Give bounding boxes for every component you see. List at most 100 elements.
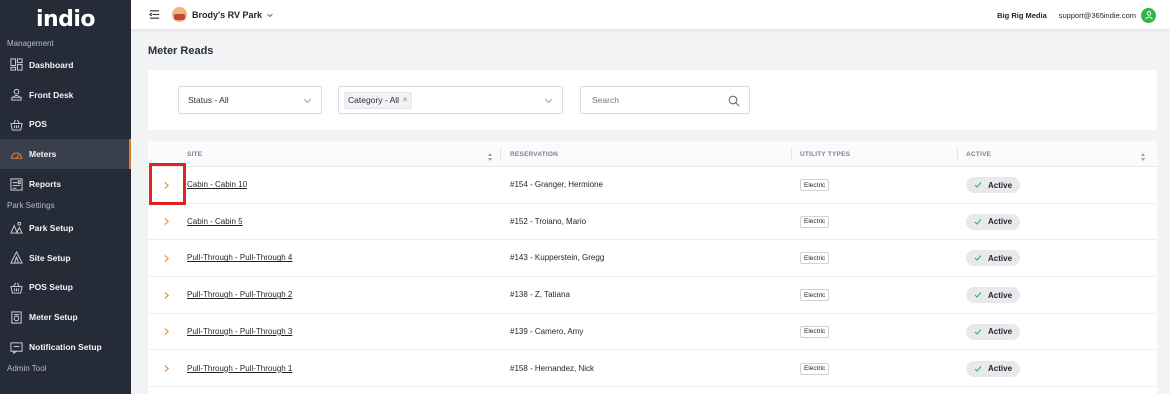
column-divider (500, 147, 501, 161)
utility-type-badge: Electric (800, 215, 830, 228)
active-status-badge: Active (966, 250, 1020, 267)
user-avatar-icon[interactable] (1141, 7, 1156, 23)
menu-collapse-icon[interactable] (148, 9, 160, 21)
user-email[interactable]: support@365indie.com (1059, 11, 1136, 20)
status-filter-select[interactable]: Status - All (178, 86, 322, 114)
sidebar-item-meter-setup[interactable]: Meter Setup (0, 302, 131, 332)
category-tag-label: Category - All (348, 95, 400, 105)
sidebar-item-notification-setup[interactable]: Notification Setup (0, 332, 131, 362)
column-header-utility-types: UTILITY TYPES (800, 150, 851, 158)
page-title: Meter Reads (148, 45, 214, 57)
check-icon (974, 291, 982, 299)
site-link[interactable]: Pull-Through - Pull-Through 3 (187, 327, 292, 336)
table-header: SITE RESERVATION UTILITY TYPES ACTIVE (148, 141, 1157, 167)
sidebar-item-reports[interactable]: Reports (0, 169, 131, 199)
sidebar: indio Management Dashboard Front Desk PO… (0, 0, 131, 394)
meter-setup-icon (10, 311, 23, 324)
active-status-badge: Active (966, 287, 1020, 304)
sidebar-item-pos[interactable]: POS (0, 110, 131, 140)
meter-gauge-icon (10, 148, 23, 161)
notification-setup-icon (10, 341, 23, 354)
front-desk-icon (10, 88, 23, 101)
search-icon[interactable] (728, 94, 740, 107)
active-status-label: Active (988, 180, 1013, 190)
company-name: Big Rig Media (997, 10, 1047, 20)
sort-icon[interactable] (1140, 149, 1146, 161)
column-divider (957, 147, 958, 161)
check-icon (974, 365, 982, 373)
chevron-down-icon (303, 96, 312, 105)
table-row: Cabin - Cabin 5 #152 - Troiano, Mario El… (148, 204, 1157, 241)
category-filter-select[interactable]: Category - All ✕ (338, 86, 563, 114)
meter-reads-table: SITE RESERVATION UTILITY TYPES ACTIVE Ca… (148, 141, 1157, 394)
site-link[interactable]: Cabin - Cabin 10 (187, 180, 247, 189)
reservation-text: #138 - Z, Tatiana (510, 290, 570, 300)
sidebar-item-label: Site Setup (29, 252, 71, 263)
active-status-badge: Active (966, 360, 1020, 377)
table-row: Pull-Through - Pull-Through 2 #138 - Z, … (148, 277, 1157, 314)
reservation-text: #152 - Troiano, Mario (510, 216, 587, 226)
expand-row-chevron-icon[interactable] (162, 253, 171, 263)
sidebar-item-park-setup[interactable]: Park Setup (0, 213, 131, 243)
active-status-label: Active (988, 364, 1013, 373)
utility-type-badge: Electric (800, 252, 830, 265)
sidebar-item-label: POS Setup (29, 282, 73, 293)
active-status-label: Active (988, 290, 1013, 300)
table-row: Cabin - Cabin 10 #154 - Granger, Hermion… (148, 167, 1157, 204)
dashboard-icon (10, 58, 23, 71)
park-avatar[interactable] (172, 7, 187, 22)
site-setup-icon (10, 251, 23, 264)
sidebar-item-pos-setup[interactable]: POS Setup (0, 273, 131, 303)
reservation-text: #139 - Camero, Amy (510, 326, 584, 336)
sidebar-item-meters[interactable]: Meters (0, 139, 131, 170)
column-header-site[interactable]: SITE (187, 141, 202, 167)
sidebar-item-label: Meter Setup (29, 312, 78, 323)
site-link[interactable]: Pull-Through - Pull-Through 4 (187, 253, 292, 262)
site-link[interactable]: Pull-Through - Pull-Through 2 (187, 290, 292, 299)
table-row: Pull-Through - Pull-Through 1 #158 - Her… (148, 351, 1157, 388)
column-header-active[interactable]: ACTIVE (966, 141, 991, 167)
sidebar-item-label: Park Setup (29, 222, 74, 233)
utility-type-badge: Electric (800, 325, 830, 338)
reservation-text: #154 - Granger, Hermione (510, 180, 603, 189)
topbar: Brody's RV Park Big Rig Media support@36… (131, 0, 1170, 30)
section-label-admin-tool: Admin Tool (7, 364, 47, 374)
sidebar-item-dashboard[interactable]: Dashboard (0, 50, 131, 80)
chevron-down-icon[interactable] (266, 11, 274, 19)
active-status-badge: Active (966, 213, 1020, 230)
table-row: Pull-Through - Pull-Through 4 #143 - Kup… (148, 240, 1157, 278)
sidebar-item-front-desk[interactable]: Front Desk (0, 80, 131, 110)
park-selector[interactable]: Brody's RV Park (192, 10, 262, 20)
reservation-text: #158 - Hernandez, Nick (510, 363, 595, 373)
sidebar-item-label: Front Desk (29, 89, 74, 100)
site-link[interactable]: Cabin - Cabin 5 (187, 217, 243, 226)
expand-row-chevron-icon[interactable] (162, 327, 171, 337)
sidebar-item-site-setup[interactable]: Site Setup (0, 243, 131, 273)
reservation-text: #143 - Kupperstein, Gregg (510, 253, 605, 263)
pos-basket-icon (10, 118, 23, 131)
active-status-badge: Active (966, 177, 1020, 193)
check-icon (974, 181, 982, 189)
search-input[interactable] (580, 86, 750, 114)
utility-type-badge: Electric (800, 362, 830, 375)
sidebar-item-label: Notification Setup (29, 342, 102, 353)
active-status-badge: Active (966, 323, 1020, 340)
column-divider (791, 147, 792, 161)
park-setup-icon (10, 221, 23, 234)
column-header-reservation: RESERVATION (510, 150, 559, 158)
remove-tag-icon[interactable]: ✕ (402, 96, 408, 104)
check-icon (974, 254, 982, 262)
expand-row-chevron-icon[interactable] (162, 290, 171, 300)
expand-row-chevron-icon[interactable] (162, 180, 171, 190)
filter-bar: Status - All Category - All ✕ (148, 70, 1157, 130)
expand-row-chevron-icon[interactable] (162, 364, 171, 374)
category-tag: Category - All ✕ (344, 91, 412, 109)
sidebar-item-label: Meters (29, 149, 57, 160)
sort-icon[interactable] (487, 149, 493, 161)
active-status-label: Active (988, 217, 1013, 227)
sidebar-item-label: Dashboard (29, 59, 74, 70)
expand-row-chevron-icon[interactable] (162, 217, 171, 227)
indio-logo[interactable]: indio (0, 0, 131, 36)
chevron-down-icon (544, 96, 553, 105)
site-link[interactable]: Pull-Through - Pull-Through 1 (187, 364, 292, 373)
